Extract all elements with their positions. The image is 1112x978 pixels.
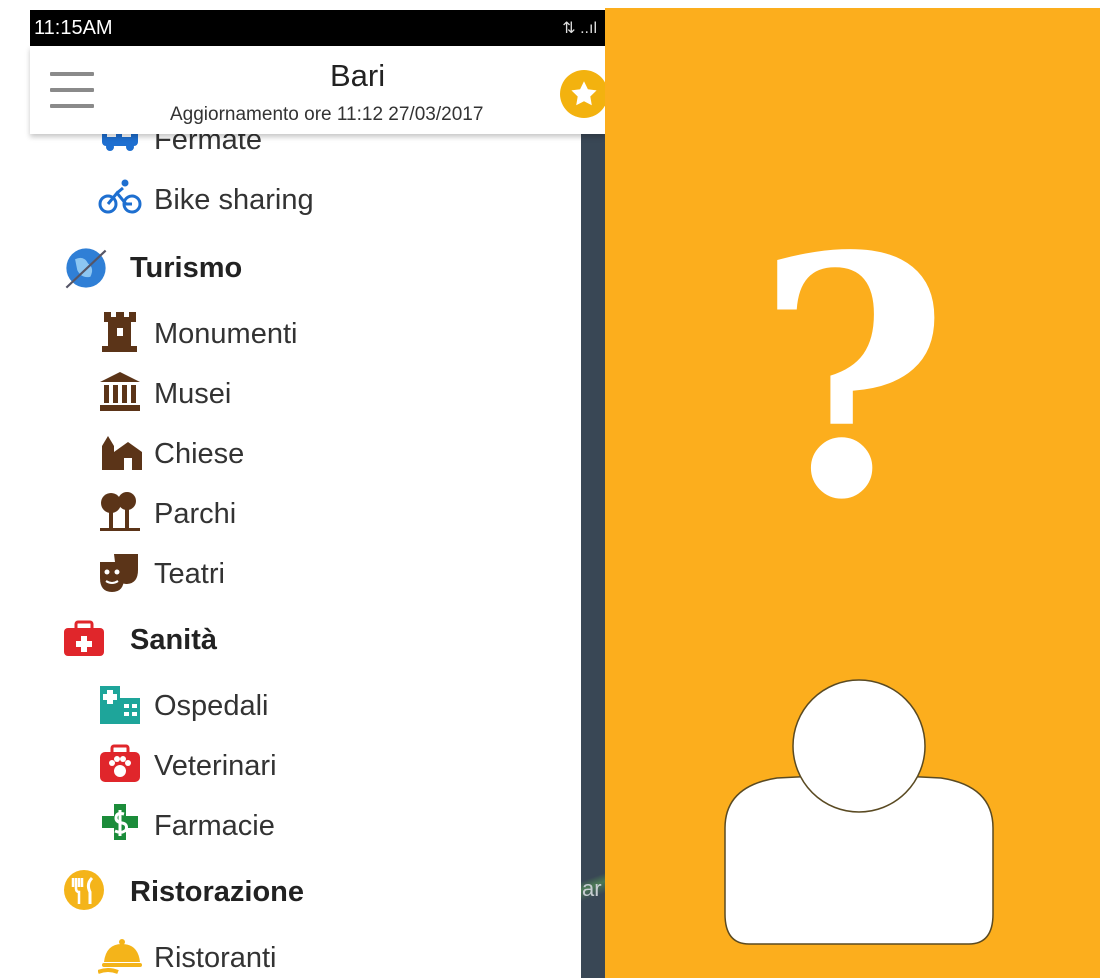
navigation-drawer: Fermate Bike sharing Turismo Monumenti M… bbox=[30, 134, 581, 978]
status-time: 11:15AM bbox=[34, 17, 113, 39]
fork-knife-icon bbox=[64, 870, 104, 910]
theater-masks-icon bbox=[100, 554, 138, 592]
medical-bag-icon bbox=[64, 620, 104, 656]
drawer-item-label: Veterinari bbox=[154, 750, 277, 782]
globe-plane-icon bbox=[65, 248, 107, 289]
favorites-star-icon[interactable] bbox=[560, 70, 605, 118]
drawer-item-label: Farmacie bbox=[154, 810, 275, 842]
drawer-item-label: Parchi bbox=[154, 498, 237, 530]
page-title: Bari bbox=[330, 58, 386, 93]
status-bar: 11:15AM ⇅ ..ıl bbox=[30, 10, 605, 46]
church-icon bbox=[102, 436, 142, 470]
phone-screen: 11:15AM ⇅ ..ıl Bari Aggiornamento ore 11… bbox=[0, 0, 605, 978]
drawer-category-label: Turismo bbox=[130, 252, 243, 284]
trees-icon bbox=[100, 492, 140, 531]
pharmacy-icon bbox=[102, 804, 138, 840]
image-placeholder: ? bbox=[605, 8, 1100, 978]
drawer-item-label: Chiese bbox=[154, 438, 245, 470]
drawer-item-label: Musei bbox=[154, 378, 232, 410]
drawer-category-label: Sanità bbox=[130, 624, 218, 656]
hospital-icon bbox=[100, 686, 140, 724]
drawer-item-label: Ospedali bbox=[154, 690, 269, 722]
user-silhouette-icon bbox=[724, 679, 994, 945]
bus-icon bbox=[102, 134, 138, 151]
update-timestamp: Aggiornamento ore 11:12 27/03/2017 bbox=[170, 104, 484, 125]
menu-icon[interactable] bbox=[50, 72, 94, 112]
cloche-icon bbox=[98, 939, 142, 974]
tower-icon bbox=[102, 312, 137, 352]
bicycle-icon bbox=[98, 179, 142, 214]
museum-icon bbox=[100, 372, 140, 411]
drawer-item-label: Fermate bbox=[154, 134, 262, 156]
app-bar: Bari Aggiornamento ore 11:12 27/03/2017 bbox=[30, 46, 605, 134]
drawer-item-label: Monumenti bbox=[154, 318, 298, 350]
drawer-category-label: Ristorazione bbox=[130, 876, 305, 908]
drawer-item-label: Bike sharing bbox=[154, 184, 314, 216]
question-mark: ? bbox=[755, 184, 950, 572]
drawer-item-label: Ristoranti bbox=[154, 942, 277, 974]
map-label: ar bbox=[582, 876, 602, 901]
drawer-item-label: Teatri bbox=[154, 558, 225, 590]
vet-paw-icon bbox=[100, 744, 140, 782]
map-view[interactable]: ar bbox=[581, 134, 605, 978]
signal-icon: ⇅ ..ıl bbox=[562, 20, 597, 37]
